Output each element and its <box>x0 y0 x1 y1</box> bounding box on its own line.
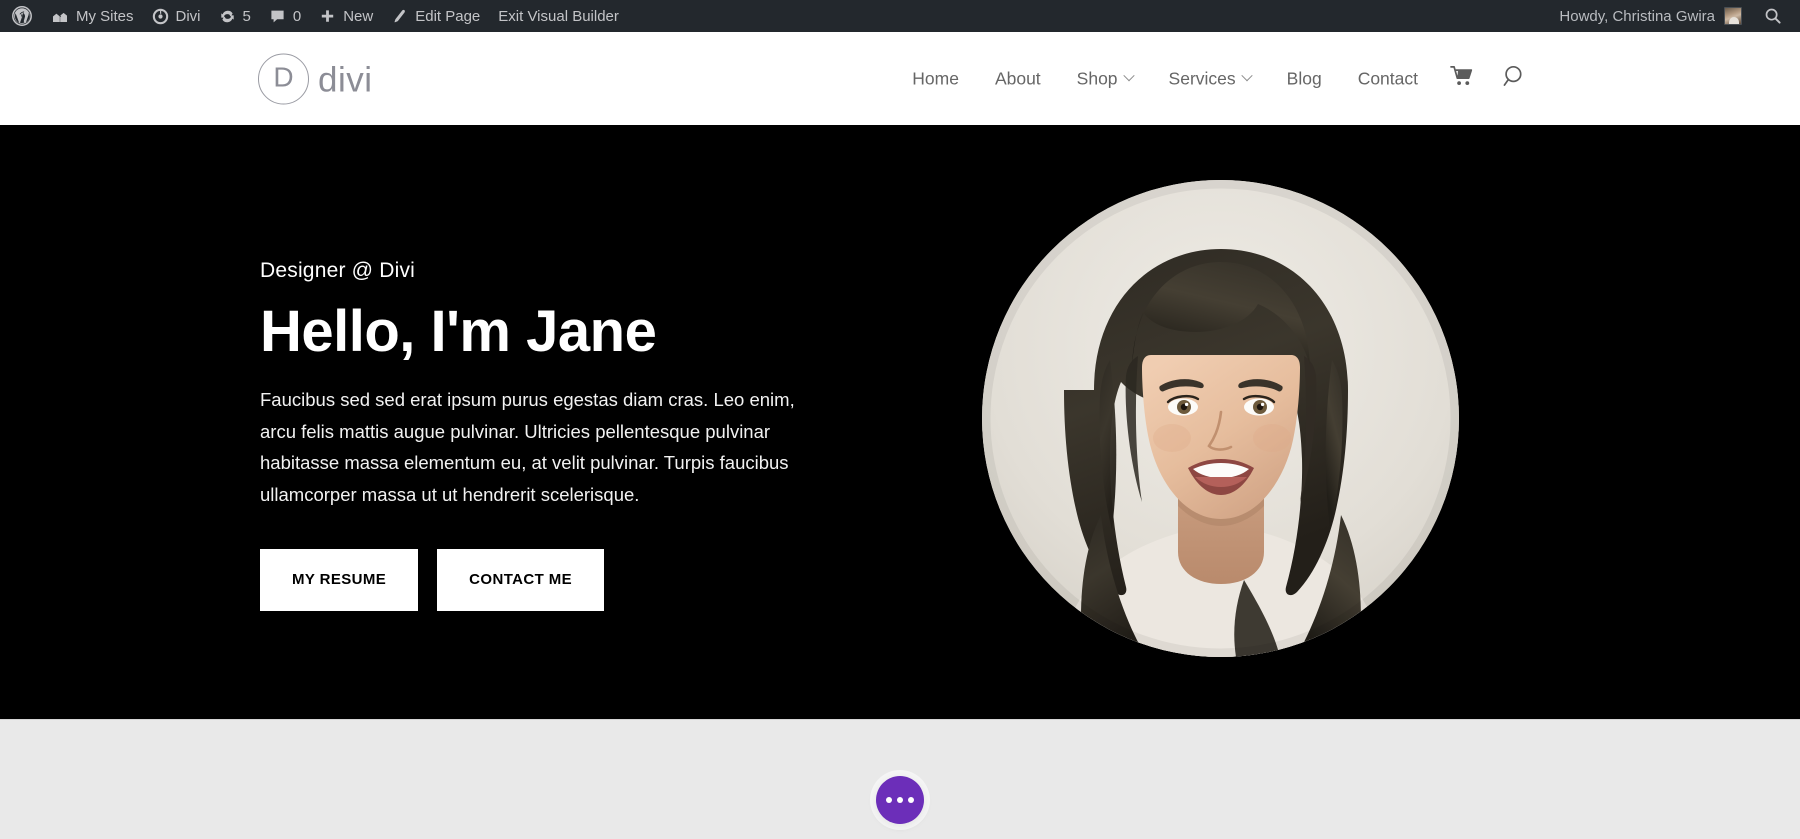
contact-me-button[interactable]: CONTACT ME <box>437 548 605 611</box>
hero-eyebrow: Designer @ Divi <box>260 259 416 282</box>
cart-button[interactable] <box>1436 66 1488 92</box>
admin-bar-exit-visual-builder[interactable]: Exit Visual Builder <box>489 0 628 32</box>
divi-logo-text: divi <box>318 60 373 99</box>
ellipsis-icon <box>897 797 903 803</box>
nav-item-about[interactable]: About <box>977 68 1059 89</box>
nav-item-home-label: Home <box>912 68 959 88</box>
admin-bar-divi[interactable]: Divi <box>143 0 210 32</box>
admin-bar-edit-page[interactable]: Edit Page <box>382 0 489 32</box>
hero-section: Designer @ Divi Hello, I'm Jane Faucibus… <box>0 125 1800 719</box>
site-logo[interactable]: D divi <box>258 53 373 104</box>
search-icon <box>1764 7 1782 25</box>
admin-bar-howdy-label: Howdy, Christina Gwira <box>1559 7 1715 25</box>
nav-item-contact-label: Contact <box>1357 68 1418 88</box>
nav-item-home[interactable]: Home <box>894 68 977 89</box>
admin-bar-my-sites[interactable]: My Sites <box>42 0 143 32</box>
admin-bar-divi-label: Divi <box>175 7 201 25</box>
hero-text-block: Designer @ Divi Hello, I'm Jane Faucibus… <box>260 259 845 611</box>
admin-bar-new-label: New <box>343 7 374 25</box>
nav-item-shop-label: Shop <box>1076 68 1118 88</box>
admin-bar-search-button[interactable] <box>1752 7 1800 25</box>
wordpress-admin-bar: My Sites Divi 5 0 New Edit Page Exit Vis… <box>0 0 1800 32</box>
plus-icon <box>319 8 336 25</box>
nav-item-services-label: Services <box>1168 68 1236 88</box>
nav-item-blog-label: Blog <box>1286 68 1322 88</box>
site-header: D divi Home About Shop Services Blog Con… <box>0 32 1800 125</box>
chevron-down-icon <box>1240 70 1253 82</box>
nav-item-blog[interactable]: Blog <box>1269 68 1340 89</box>
nav-item-contact[interactable]: Contact <box>1340 68 1436 89</box>
my-resume-button[interactable]: MY RESUME <box>260 548 419 611</box>
nav-item-services[interactable]: Services <box>1151 68 1269 89</box>
admin-bar-comments-count: 0 <box>292 7 302 25</box>
search-icon <box>1502 63 1528 94</box>
chevron-down-icon <box>1122 70 1135 82</box>
admin-bar-updates[interactable]: 5 <box>210 0 260 32</box>
hero-title: Hello, I'm Jane <box>260 299 657 364</box>
updates-icon <box>219 8 236 25</box>
divi-logo-mark: D <box>258 53 309 104</box>
admin-bar-right-group: Howdy, Christina Gwira <box>1545 7 1800 25</box>
search-button[interactable] <box>1488 63 1542 94</box>
shopping-cart-icon <box>1450 66 1474 92</box>
visual-builder-menu-button[interactable] <box>876 776 924 824</box>
sites-icon <box>51 8 69 24</box>
admin-bar-updates-count: 5 <box>242 7 251 25</box>
nav-item-shop[interactable]: Shop <box>1059 68 1151 89</box>
pencil-icon <box>391 8 408 25</box>
hero-portrait-image <box>982 180 1459 657</box>
hero-body-text: Faucibus sed sed erat ipsum purus egesta… <box>260 388 795 506</box>
wordpress-icon <box>12 6 32 26</box>
admin-bar-wordpress-logo[interactable] <box>0 0 42 32</box>
divi-icon <box>152 8 169 25</box>
comments-icon <box>269 8 286 25</box>
admin-bar-account[interactable]: Howdy, Christina Gwira <box>1545 7 1752 25</box>
ellipsis-icon <box>886 797 892 803</box>
admin-bar-edit-page-label: Edit Page <box>415 7 481 25</box>
admin-bar-new[interactable]: New <box>310 0 382 32</box>
hero-button-group: MY RESUME CONTACT ME <box>260 548 845 611</box>
main-navigation: Home About Shop Services Blog Contact <box>894 63 1542 94</box>
admin-bar-comments[interactable]: 0 <box>260 0 310 32</box>
admin-bar-my-sites-label: My Sites <box>76 7 134 25</box>
avatar <box>1724 7 1742 25</box>
admin-bar-exit-visual-builder-label: Exit Visual Builder <box>498 7 619 25</box>
nav-item-about-label: About <box>994 68 1041 88</box>
ellipsis-icon <box>908 797 914 803</box>
